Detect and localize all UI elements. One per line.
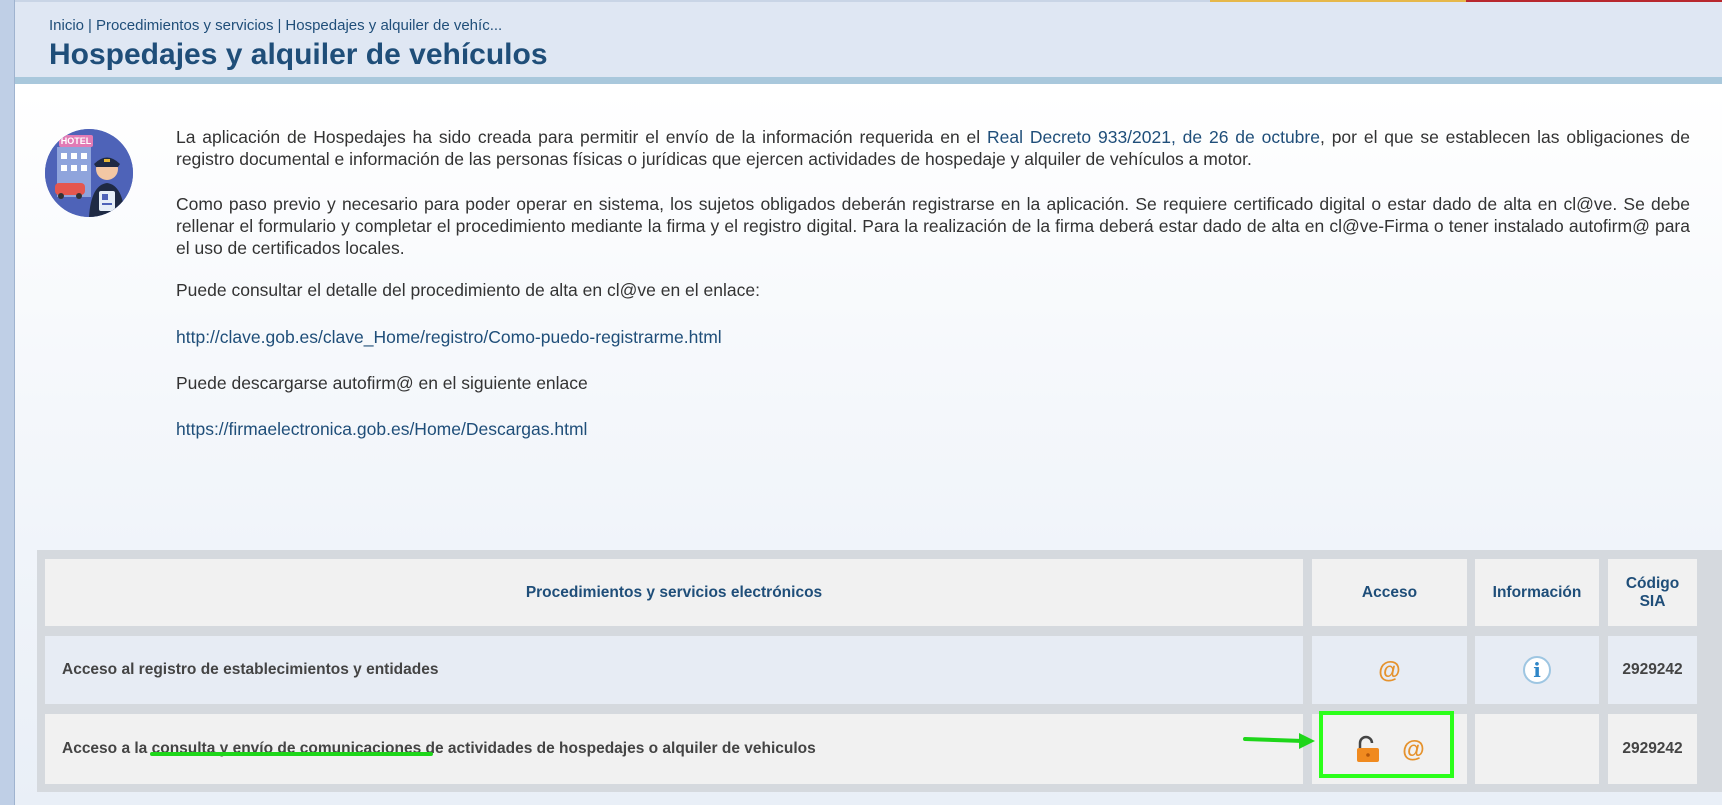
header-info: Información [1475, 559, 1599, 626]
info-icon[interactable]: i [1523, 656, 1551, 684]
row2-name-text: Acceso a la [62, 740, 152, 757]
left-rail [0, 0, 15, 805]
hotel-receptionist-avatar-icon: HOTEL [45, 129, 133, 217]
at-sign-icon[interactable]: @ [1378, 657, 1400, 684]
row1-procedure-name: Acceso al registro de establecimientos y… [45, 636, 1303, 704]
row2-procedure-name: Acceso a la consulta y envío de comunica… [45, 714, 1303, 784]
breadcrumb: Inicio | Procedimientos y servicios | Hosped… [49, 17, 502, 34]
page-header: Inicio | Procedimientos y servicios | Hosped… [15, 2, 1722, 84]
header-sia: Código SIA [1608, 559, 1697, 626]
row1-sia-code: 2929242 [1608, 636, 1697, 704]
annotation-highlight-box [1319, 711, 1454, 778]
breadcrumb-item-procedimientos[interactable]: Procedimientos y servicios [96, 17, 274, 34]
header-sia-line1: Código [1625, 574, 1680, 592]
annotation-underline [150, 752, 433, 756]
page-title: Hospedajes y alquiler de vehículos [49, 38, 548, 71]
real-decreto-link[interactable]: Real Decreto 933/2021, de 26 de octubre [987, 127, 1320, 147]
row2-info-cell [1475, 714, 1599, 784]
header-procedures: Procedimientos y servicios electrónicos [45, 559, 1303, 626]
intro-paragraph-3: Puede consultar el detalle del procedimi… [176, 280, 760, 300]
breadcrumb-separator: | [88, 17, 92, 34]
header-access: Acceso [1312, 559, 1467, 626]
intro-paragraph-1: La aplicación de Hospedajes ha sido crea… [176, 126, 1690, 170]
header-sia-line2: SIA [1639, 592, 1666, 610]
intro-text: La aplicación de Hospedajes ha sido crea… [176, 127, 988, 147]
breadcrumb-separator: | [277, 17, 282, 34]
row2-sia-code: 2929242 [1608, 714, 1697, 784]
row1-access-cell: @ [1312, 636, 1467, 704]
breadcrumb-item-inicio[interactable]: Inicio [49, 17, 84, 34]
row1-info-cell: i [1475, 636, 1599, 704]
intro-paragraph-2: Como paso previo y necesario para poder … [176, 194, 1690, 258]
clave-registration-link[interactable]: http://clave.gob.es/clave_Home/registro/… [176, 326, 1690, 348]
row2-name-text: de actividades de hospedajes o alquiler … [421, 740, 816, 757]
breadcrumb-item-current[interactable]: Hospedajes y alquiler de vehíc... [285, 17, 502, 34]
svg-text:HOTEL: HOTEL [61, 136, 92, 146]
intro-paragraph-4: Puede descargarse autofirm@ en el siguie… [176, 373, 588, 393]
annotation-arrow-icon [1243, 730, 1317, 757]
autofirma-download-link[interactable]: https://firmaelectronica.gob.es/Home/Des… [176, 418, 1690, 440]
